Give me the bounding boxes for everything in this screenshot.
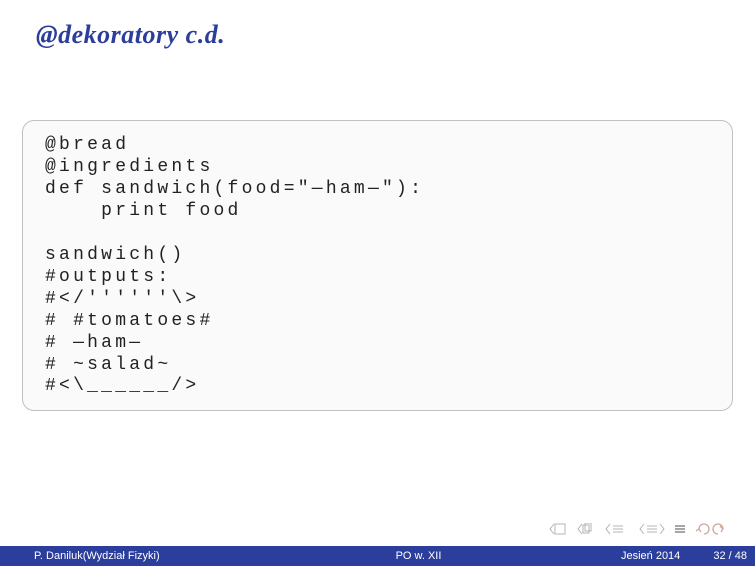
code-line: # ~salad~	[45, 355, 710, 377]
nav-cycle-icon[interactable]	[695, 522, 725, 536]
code-line: # —ham—	[45, 333, 710, 355]
footer-center: PO w. XII	[290, 550, 547, 562]
code-line: #<\______/>	[45, 376, 710, 398]
footer-author: P. Daniluk(Wydział Fizyki)	[0, 550, 290, 562]
footer-term: Jesień 2014	[621, 550, 680, 562]
nav-next-icon[interactable]	[639, 523, 665, 535]
code-line: # #tomatoes#	[45, 311, 710, 333]
beamer-nav-bar	[549, 522, 725, 536]
code-blank-line	[45, 223, 710, 245]
footer-page: 32 / 48	[713, 550, 747, 562]
code-line: #outputs:	[45, 267, 710, 289]
slide-title: @dekoratory c.d.	[36, 20, 755, 50]
nav-prev-icon[interactable]	[605, 523, 631, 535]
nav-first-icon[interactable]	[549, 523, 569, 535]
slide: @dekoratory c.d. @bread @ingredients def…	[0, 0, 755, 566]
footer-right: Jesień 2014 32 / 48	[547, 550, 755, 562]
code-line: def sandwich(food="—ham—"):	[45, 179, 710, 201]
code-line: @ingredients	[45, 157, 710, 179]
code-line: sandwich()	[45, 245, 710, 267]
code-line: @bread	[45, 135, 710, 157]
code-line: #</''''''\>	[45, 289, 710, 311]
code-line: print food	[45, 201, 710, 223]
nav-prev-section-icon[interactable]	[577, 523, 597, 535]
footer-bar: P. Daniluk(Wydział Fizyki) PO w. XII Jes…	[0, 546, 755, 566]
code-block: @bread @ingredients def sandwich(food="—…	[22, 120, 733, 411]
nav-mode-icon[interactable]	[673, 523, 687, 535]
